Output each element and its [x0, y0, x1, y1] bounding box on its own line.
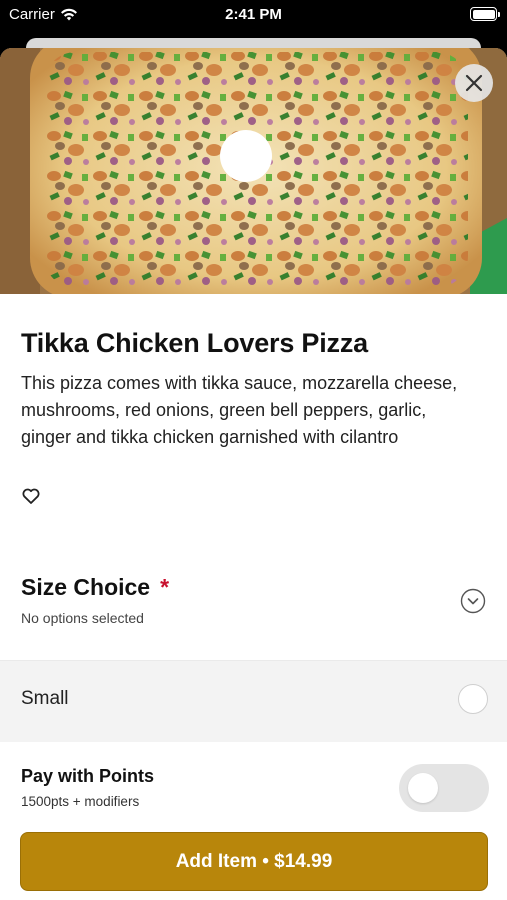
- product-description: This pizza comes with tikka sauce, mozza…: [21, 373, 458, 447]
- status-bar: Carrier 2:41 PM: [0, 0, 507, 30]
- heart-outline-icon[interactable]: [21, 486, 41, 506]
- battery-icon: [470, 7, 500, 21]
- required-marker: *: [160, 574, 170, 600]
- size-choice-status: No options selected: [21, 610, 144, 626]
- size-choice-title: Size Choice: [21, 574, 151, 600]
- close-icon: [465, 74, 483, 92]
- pay-with-points-title: Pay with Points: [21, 766, 155, 786]
- pay-with-points-toggle[interactable]: [399, 764, 489, 812]
- close-button[interactable]: [455, 64, 493, 102]
- image-pager-dot: [220, 130, 272, 182]
- product-title: Tikka Chicken Lovers Pizza: [21, 328, 368, 358]
- option-label: Small: [21, 688, 69, 709]
- item-detail-modal: Tikka Chicken Lovers Pizza This pizza co…: [0, 48, 507, 900]
- toggle-knob: [408, 773, 438, 803]
- product-image: [0, 48, 507, 294]
- status-time: 2:41 PM: [225, 6, 282, 23]
- size-option-small[interactable]: Small: [0, 660, 507, 742]
- size-choice-header[interactable]: Size Choice *: [21, 574, 169, 601]
- chevron-down-circle-icon[interactable]: [460, 588, 486, 614]
- option-radio[interactable]: [458, 684, 488, 714]
- checkout-footer: Pay with Points 1500pts + modifiers Add …: [0, 744, 507, 900]
- add-item-button[interactable]: Add Item • $14.99: [20, 832, 488, 891]
- pay-with-points-subtitle: 1500pts + modifiers: [21, 794, 140, 809]
